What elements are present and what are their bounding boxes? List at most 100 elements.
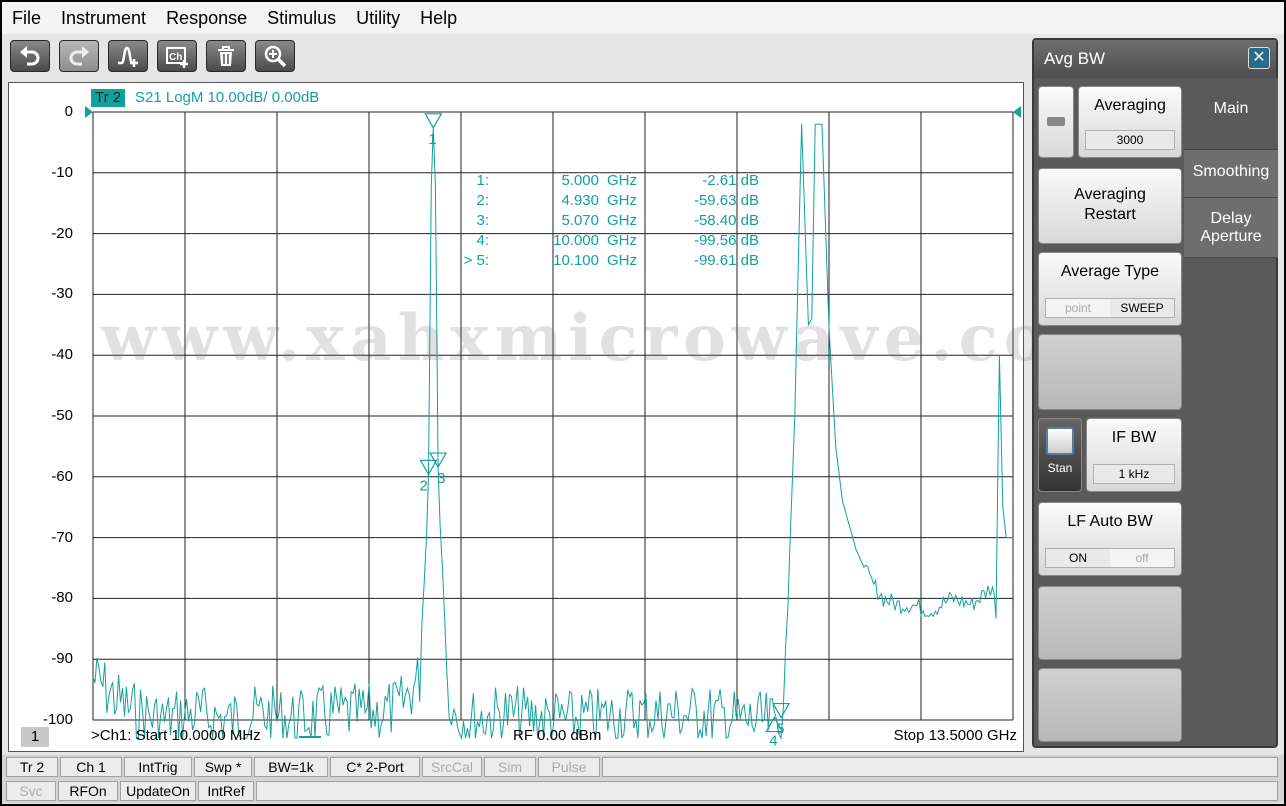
- empty-softkey-2: [1038, 586, 1182, 660]
- add-channel-icon: Ch: [166, 47, 188, 68]
- status-cell[interactable]: Ch 1: [60, 757, 122, 777]
- marker-triangle-icon: [424, 113, 443, 130]
- menu-response[interactable]: Response: [166, 8, 247, 29]
- marker-unit: GHz: [607, 252, 637, 269]
- marker-x: 4.930: [561, 192, 599, 209]
- if-bw-label: IF BW: [1111, 429, 1157, 446]
- marker-row[interactable]: 3: 5.070 GHz -58.40 dB: [449, 211, 759, 231]
- trace-label[interactable]: S21 LogM 10.00dB/ 0.00dB: [135, 89, 319, 107]
- trace-window[interactable]: 12345 www.xahxmicrowave.com Tr 2 S21 Log…: [8, 82, 1120, 752]
- marker-y: -2.61 dB: [702, 172, 759, 189]
- lf-auto-bw-options[interactable]: ON off: [1045, 548, 1175, 568]
- reference-left-icon: [85, 106, 93, 118]
- marker-unit: GHz: [607, 232, 637, 249]
- marker-id: 1:: [476, 172, 489, 189]
- lf-auto-bw-softkey[interactable]: LF Auto BW ON off: [1038, 502, 1182, 576]
- trace-tag[interactable]: Tr 2: [91, 89, 126, 107]
- menu-stimulus[interactable]: Stimulus: [267, 8, 336, 29]
- status-cell[interactable]: UpdateOn: [120, 781, 196, 801]
- lf-auto-bw-off[interactable]: off: [1110, 549, 1174, 567]
- marker-row[interactable]: 4: 10.000 GHz -99.56 dB: [449, 231, 759, 251]
- marker-row[interactable]: 1: 5.000 GHz -2.61 dB: [449, 171, 759, 191]
- close-button[interactable]: ✕: [1248, 47, 1270, 69]
- marker-row[interactable]: > 5: 10.100 GHz -99.61 dB: [449, 251, 759, 271]
- zoom-button[interactable]: [255, 40, 295, 72]
- averaging-restart-softkey[interactable]: Averaging Restart: [1038, 168, 1182, 244]
- stan-indicator-icon: [1046, 427, 1074, 455]
- y-tick-label: -100: [42, 711, 73, 728]
- delete-icon: [218, 46, 234, 66]
- marker-y: -99.61 dB: [693, 252, 759, 269]
- y-tick-label: -20: [51, 224, 73, 242]
- status-cell[interactable]: Svc: [6, 781, 56, 801]
- marker-row[interactable]: 2: 4.930 GHz -59.63 dB: [449, 191, 759, 211]
- status-cell[interactable]: C* 2-Port: [330, 757, 420, 777]
- marker-id: 3:: [476, 212, 489, 229]
- status-filler: [256, 781, 1278, 801]
- status-cell[interactable]: SrcCal: [422, 757, 482, 777]
- averaging-toggle[interactable]: [1038, 86, 1074, 158]
- menu-utility[interactable]: Utility: [356, 8, 400, 29]
- start-frequency[interactable]: >Ch1: Start 10.0000 MHz: [91, 727, 261, 744]
- redo-button[interactable]: [59, 40, 99, 72]
- softkey-panel: Avg BW ✕ Averaging 3000 Averaging Restar…: [1032, 38, 1278, 748]
- stop-frequency[interactable]: Stop 13.5000 GHz: [894, 727, 1017, 744]
- status-cell[interactable]: Swp *: [194, 757, 252, 777]
- if-bw-value[interactable]: 1 kHz: [1093, 464, 1175, 484]
- panel-title: Avg BW: [1034, 40, 1276, 78]
- average-type-sweep[interactable]: SWEEP: [1110, 299, 1174, 317]
- undo-button[interactable]: [10, 40, 50, 72]
- close-icon: ✕: [1252, 49, 1266, 66]
- marker-label: 2: [420, 477, 428, 494]
- marker-x: 10.000: [553, 232, 599, 249]
- toolbar: Ch: [2, 34, 1032, 80]
- averaging-value[interactable]: 3000: [1085, 130, 1175, 150]
- average-type-label: Average Type: [1060, 263, 1160, 280]
- tab-smoothing[interactable]: Smoothing: [1184, 150, 1278, 198]
- averaging-softkey[interactable]: Averaging 3000: [1078, 86, 1182, 158]
- y-tick-label: -30: [51, 285, 73, 303]
- status-cell[interactable]: Pulse: [538, 757, 600, 777]
- tab-main[interactable]: Main: [1184, 78, 1278, 150]
- menu-bar: File Instrument Response Stimulus Utilit…: [2, 2, 1284, 34]
- y-tick-label: -10: [51, 163, 73, 181]
- y-tick-label: -50: [51, 407, 73, 424]
- empty-softkey-3: [1038, 668, 1182, 742]
- marker-label: 1: [428, 131, 436, 148]
- status-cell[interactable]: BW=1k: [254, 757, 328, 777]
- status-cell[interactable]: Tr 2: [6, 757, 58, 777]
- tab-delay-aperture[interactable]: Delay Aperture: [1184, 198, 1278, 258]
- marker-id: > 5:: [463, 252, 489, 269]
- marker-id: 4:: [476, 232, 489, 249]
- average-type-softkey[interactable]: Average Type point SWEEP: [1038, 252, 1182, 326]
- delete-button[interactable]: [206, 40, 246, 72]
- add-channel-button[interactable]: Ch: [157, 40, 197, 72]
- add-marker-icon: [118, 46, 138, 67]
- stan-softkey[interactable]: Stan: [1038, 418, 1082, 492]
- marker-unit: GHz: [607, 212, 637, 229]
- marker-label: 3: [437, 470, 445, 487]
- status-bar-bottom: Svc RFOn UpdateOn IntRef: [2, 779, 1284, 803]
- menu-file[interactable]: File: [12, 8, 41, 29]
- y-tick-label: -90: [51, 650, 73, 668]
- add-marker-button[interactable]: [108, 40, 148, 72]
- y-tick-label: 0: [64, 103, 73, 120]
- menu-help[interactable]: Help: [420, 8, 457, 29]
- y-tick-label: -60: [51, 467, 73, 485]
- lf-auto-bw-on[interactable]: ON: [1046, 549, 1110, 567]
- marker-x: 5.070: [561, 212, 599, 229]
- zoom-icon: [264, 45, 287, 68]
- if-bw-softkey[interactable]: IF BW 1 kHz: [1086, 418, 1182, 492]
- status-cell[interactable]: RFOn: [58, 781, 118, 801]
- menu-instrument[interactable]: Instrument: [61, 8, 146, 29]
- status-cell[interactable]: IntTrig: [124, 757, 192, 777]
- y-tick-label: -40: [51, 346, 73, 364]
- empty-softkey-1: [1038, 334, 1182, 410]
- status-cell[interactable]: IntRef: [198, 781, 254, 801]
- marker-unit: GHz: [607, 172, 637, 189]
- average-type-options[interactable]: point SWEEP: [1045, 298, 1175, 318]
- status-cell[interactable]: Sim: [484, 757, 536, 777]
- average-type-point[interactable]: point: [1046, 299, 1110, 317]
- rf-power[interactable]: RF 0.00 dBm: [513, 727, 601, 744]
- toggle-indicator-icon: [1047, 117, 1065, 126]
